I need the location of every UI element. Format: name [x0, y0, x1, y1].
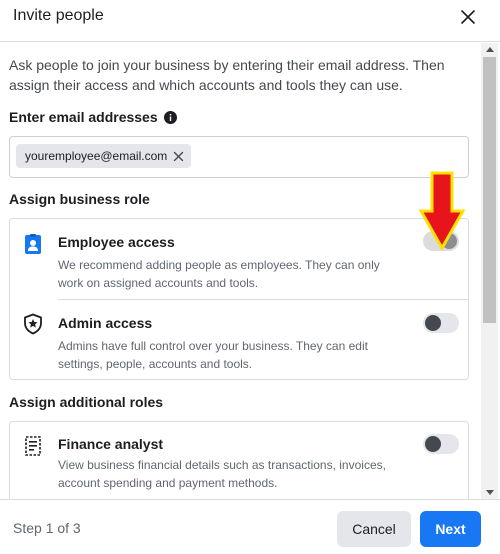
red-arrow-annotation: [419, 171, 465, 251]
finance-analyst-toggle[interactable]: [423, 434, 459, 454]
cancel-button[interactable]: Cancel: [337, 511, 411, 547]
step-indicator: Step 1 of 3: [13, 520, 81, 536]
finance-document-icon: [22, 435, 44, 457]
dialog-header: Invite people: [0, 0, 500, 42]
close-icon[interactable]: [458, 7, 478, 27]
business-role-card: Employee access We recommend adding peop…: [9, 218, 469, 380]
role-title-finance-analyst: Finance analyst: [58, 436, 164, 452]
scroll-down-arrow-icon[interactable]: [486, 490, 494, 495]
email-chip-text: youremployee@email.com: [25, 149, 168, 163]
role-row-finance-analyst[interactable]: Finance analyst View business financial …: [10, 422, 468, 499]
role-row-employee[interactable]: Employee access We recommend adding peop…: [10, 219, 468, 299]
dialog-footer: Step 1 of 3 Cancel Next: [0, 499, 500, 554]
toggle-knob: [425, 315, 441, 331]
next-button[interactable]: Next: [420, 511, 481, 547]
business-role-heading: Assign business role: [9, 191, 150, 207]
vertical-scrollbar[interactable]: [481, 43, 498, 499]
employee-badge-icon: [22, 233, 44, 255]
scroll-thumb[interactable]: [483, 57, 496, 323]
intro-text: Ask people to join your business by ente…: [9, 57, 445, 93]
dialog-title: Invite people: [13, 7, 104, 24]
role-desc-employee: We recommend adding people as employees.…: [58, 258, 380, 290]
role-desc-admin: Admins have full control over your busin…: [58, 339, 368, 371]
role-title-admin: Admin access: [58, 315, 153, 331]
shield-star-icon: [22, 313, 44, 335]
additional-roles-heading: Assign additional roles: [9, 394, 164, 410]
invite-people-dialog: Invite people Ask people to join your bu…: [0, 0, 500, 554]
email-input[interactable]: youremployee@email.com: [9, 136, 469, 178]
remove-email-icon[interactable]: [173, 151, 184, 162]
toggle-knob: [425, 436, 441, 452]
additional-roles-card: Finance analyst View business financial …: [9, 421, 469, 499]
role-title-employee: Employee access: [58, 234, 175, 250]
admin-access-toggle[interactable]: [423, 313, 459, 333]
email-chip: youremployee@email.com: [16, 144, 192, 168]
email-label: Enter email addresses: [9, 109, 177, 125]
info-icon[interactable]: [163, 110, 177, 124]
email-label-text: Enter email addresses: [9, 109, 158, 125]
role-desc-finance-analyst: View business financial details such as …: [58, 458, 386, 490]
scroll-up-arrow-icon[interactable]: [486, 47, 494, 52]
dialog-body: Ask people to join your business by ente…: [0, 43, 480, 499]
role-row-admin[interactable]: Admin access Admins have full control ov…: [10, 300, 468, 380]
